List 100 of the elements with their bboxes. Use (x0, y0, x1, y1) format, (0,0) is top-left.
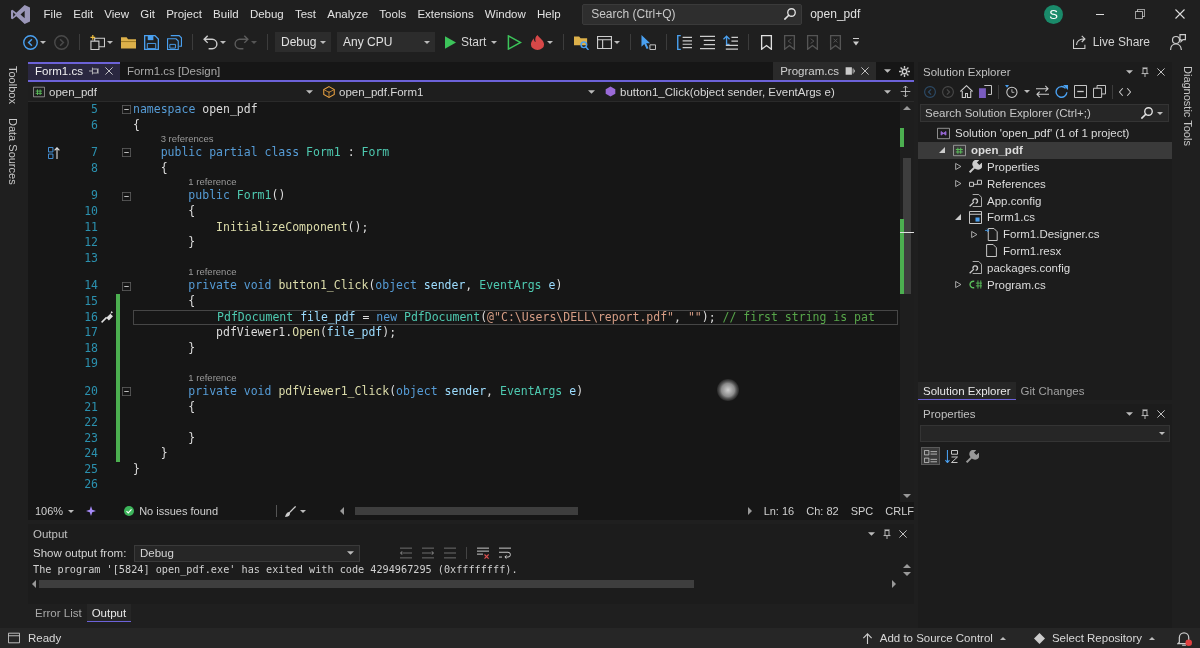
menu-item[interactable]: Git (134, 6, 161, 22)
preview-tab[interactable]: Program.cs (773, 62, 876, 80)
view-toggle-button[interactable] (942, 447, 961, 465)
settings-icon[interactable] (899, 65, 910, 77)
codelens-link[interactable]: 1 reference (188, 266, 237, 279)
object-selector-field[interactable] (920, 425, 1170, 442)
bell-icon[interactable] (1177, 630, 1192, 646)
minus-box-icon[interactable] (122, 387, 131, 397)
view-toggle-button[interactable] (963, 447, 982, 465)
type-dropdown[interactable]: open_pdf.Form1 (318, 83, 600, 100)
codelens-link[interactable]: 1 reference (188, 176, 237, 189)
tree-item[interactable]: App.config (918, 192, 1172, 209)
sparkle-icon[interactable] (86, 506, 97, 516)
refresh-icon[interactable] (1055, 85, 1068, 98)
horizontal-scrollbar[interactable] (340, 505, 752, 517)
menu-item[interactable]: Analyze (321, 6, 374, 22)
home-icon[interactable] (960, 85, 973, 98)
menu-item[interactable]: File (38, 6, 68, 22)
tree-item[interactable]: Program.cs (918, 276, 1172, 293)
side-tab[interactable]: Data Sources (7, 115, 19, 187)
split-icon[interactable] (900, 86, 911, 97)
scrollbar-thumb[interactable] (39, 580, 694, 588)
pin-icon[interactable] (88, 66, 99, 76)
app-logo-icon[interactable] (11, 4, 30, 24)
menu-item[interactable]: Help (531, 6, 567, 22)
scroll-up-icon[interactable] (903, 564, 911, 568)
search-field[interactable]: Search (Ctrl+Q) (582, 3, 803, 25)
collapsed-arrow-icon[interactable] (954, 280, 962, 290)
scroll-left-icon[interactable] (340, 507, 344, 515)
side-tab[interactable]: Toolbox (7, 64, 19, 106)
toolbar-overflow-icon[interactable] (852, 38, 861, 46)
start-button[interactable]: Start (437, 31, 503, 53)
minus-box-icon[interactable] (122, 105, 131, 115)
tree-item[interactable]: Form1.Designer.cs (918, 225, 1172, 243)
copy-icon[interactable] (1093, 85, 1106, 98)
zoom-dropdown[interactable]: 106% (35, 505, 79, 517)
pin-icon[interactable] (882, 528, 892, 539)
code-cleanup-button[interactable] (285, 505, 306, 517)
scroll-down-icon[interactable] (903, 494, 911, 498)
tree-item[interactable]: packages.config (918, 259, 1172, 277)
menu-item[interactable]: Project (160, 6, 208, 22)
panel-tab[interactable]: Git Changes (1015, 382, 1090, 400)
minimize-icon[interactable] (1095, 13, 1105, 15)
document-tab[interactable]: Form1.cs [Design] (119, 62, 228, 80)
column-indicator[interactable]: Ch: 82 (806, 505, 839, 517)
repository-button[interactable]: Select Repository (1029, 632, 1159, 644)
scrollbar-thumb[interactable] (903, 158, 911, 295)
window-icon[interactable] (8, 632, 20, 644)
indentation-indicator[interactable]: SPC (850, 505, 874, 517)
document-tab[interactable]: Form1.cs (28, 62, 120, 80)
menu-item[interactable]: View (98, 6, 135, 22)
search-field[interactable]: Search Solution Explorer (Ctrl+;) (920, 104, 1169, 122)
issues-indicator[interactable]: No issues found (124, 505, 218, 517)
caret-down-icon[interactable] (1126, 69, 1133, 74)
vertical-scrollbar[interactable] (900, 102, 914, 502)
view-toggle-button[interactable] (921, 447, 940, 465)
person-feedback-icon[interactable] (1170, 34, 1186, 50)
clock-icon[interactable] (1005, 85, 1018, 98)
scroll-right-icon[interactable] (892, 580, 896, 588)
tree-item[interactable]: open_pdf (918, 141, 1172, 159)
scroll-left-icon[interactable] (32, 580, 36, 588)
scroll-down-icon[interactable] (903, 572, 911, 576)
close-icon[interactable] (104, 67, 113, 75)
menu-item[interactable]: Extensions (411, 6, 480, 22)
panel-tab[interactable]: Output (86, 604, 132, 622)
close-icon[interactable] (1157, 409, 1165, 418)
clear-all-icon[interactable] (477, 547, 489, 559)
tree-item[interactable]: Form1.resx (918, 242, 1172, 260)
collapsed-arrow-icon[interactable] (954, 162, 962, 172)
tree-item[interactable]: Form1.cs (918, 209, 1172, 226)
line-indicator[interactable]: Ln: 16 (763, 505, 795, 517)
source-control-button[interactable]: Add to Source Control (857, 632, 1010, 644)
panel-tab[interactable]: Solution Explorer (918, 382, 1016, 400)
menu-item[interactable]: Build (207, 6, 245, 22)
menu-item[interactable]: Test (289, 6, 322, 22)
menu-item[interactable]: Window (479, 6, 532, 22)
minus-box-icon[interactable] (122, 191, 131, 201)
pin-icon[interactable] (1140, 408, 1150, 419)
live-share-button[interactable]: Live Share (1068, 33, 1154, 51)
rectangle-bars-icon[interactable] (845, 66, 855, 76)
tree-item[interactable]: Solution 'open_pdf' (1 of 1 project) (918, 125, 1172, 142)
collapsed-arrow-icon[interactable] (954, 179, 962, 189)
code-icon[interactable] (1119, 85, 1131, 98)
minus-box-icon[interactable] (122, 148, 131, 158)
caret-down-icon[interactable] (1024, 90, 1030, 93)
codelens-link[interactable]: 1 reference (188, 371, 237, 384)
squares-up-arrow-icon[interactable] (48, 147, 60, 159)
restore-icon[interactable] (1135, 9, 1145, 19)
close-icon[interactable] (861, 67, 869, 75)
caret-down-icon[interactable] (1126, 411, 1133, 416)
menu-item[interactable]: Tools (373, 6, 412, 22)
line-ending-indicator[interactable]: CRLF (885, 505, 914, 517)
minus-box-icon[interactable] (122, 281, 131, 291)
two-pages-icon[interactable] (979, 85, 992, 98)
caret-down-icon[interactable] (868, 531, 875, 536)
word-wrap-icon[interactable] (499, 547, 511, 559)
pin-icon[interactable] (1140, 66, 1150, 77)
close-icon[interactable] (899, 529, 907, 538)
scrollbar-thumb[interactable] (354, 507, 578, 515)
project-dropdown[interactable]: open_pdf (28, 83, 318, 100)
